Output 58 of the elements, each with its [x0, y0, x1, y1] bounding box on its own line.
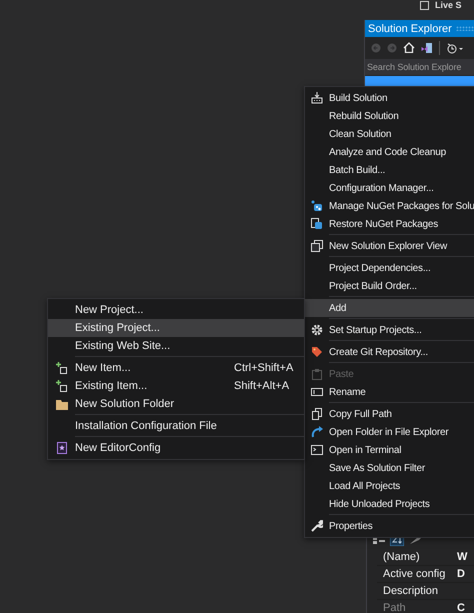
clock-icon[interactable]: [446, 42, 464, 54]
panel-title: Solution Explorer: [365, 20, 474, 37]
menu-item[interactable]: Open Folder in File Explorer: [305, 423, 474, 441]
add-item-icon: [56, 380, 68, 392]
windows-icon: [311, 240, 323, 252]
menu-item[interactable]: New Project...: [48, 301, 304, 319]
property-name: Description: [382, 585, 440, 597]
rename-icon: [311, 387, 323, 397]
menu-item[interactable]: Set Startup Projects...: [305, 321, 474, 339]
settings-icon: [311, 324, 323, 336]
menu-item[interactable]: Manage NuGet Packages for Solu: [305, 197, 474, 215]
document-icon: [56, 442, 66, 454]
redo-arrow-icon: [311, 426, 323, 438]
copy-icon: [311, 408, 323, 420]
menu-item[interactable]: Project Build Order...: [305, 277, 474, 295]
menu-item[interactable]: Restore NuGet Packages: [305, 215, 474, 233]
menu-item[interactable]: Hide Unloaded Projects: [305, 495, 474, 513]
clipboard-icon: [311, 368, 323, 380]
property-name: Active config: [382, 568, 446, 580]
home-icon[interactable]: [403, 42, 415, 53]
menu-item[interactable]: New Solution Explorer View: [305, 237, 474, 255]
menu-item[interactable]: Build Solution: [305, 89, 474, 107]
menu-item[interactable]: Properties: [305, 517, 474, 535]
menu-item[interactable]: Save As Solution Filter: [305, 459, 474, 477]
menu-item[interactable]: Load All Projects: [305, 477, 474, 495]
folder-icon: [56, 398, 68, 410]
menu-item[interactable]: Analyze and Code Cleanup: [305, 143, 474, 161]
menu-item[interactable]: Rebuild Solution: [305, 107, 474, 125]
menu-item[interactable]: Configuration Manager...: [305, 179, 474, 197]
menu-item[interactable]: Existing Project...: [48, 319, 304, 337]
build-icon: [311, 92, 323, 104]
property-name: Path: [382, 602, 407, 613]
menu-item[interactable]: New Item... Ctrl+Shift+A: [48, 359, 304, 377]
menu-item[interactable]: Open in Terminal: [305, 441, 474, 459]
package-icon: [311, 200, 323, 212]
menu-item[interactable]: New Solution Folder: [48, 395, 304, 413]
menu-item[interactable]: Copy Full Path: [305, 405, 474, 423]
add-item-icon: [56, 362, 68, 374]
menu-item[interactable]: New EditorConfig: [48, 439, 304, 457]
tag-icon: [311, 346, 323, 358]
package-restore-icon: [311, 218, 323, 230]
search-field[interactable]: Search Solution Explore: [365, 59, 474, 75]
menu-item[interactable]: Create Git Repository...: [305, 343, 474, 361]
menu-item[interactable]: Batch Build...: [305, 161, 474, 179]
property-value: D: [457, 568, 465, 580]
menu-item[interactable]: Add: [305, 299, 474, 317]
menu-item[interactable]: Existing Item... Shift+Alt+A: [48, 377, 304, 395]
property-value: W: [457, 551, 468, 563]
menu-item[interactable]: Installation Configuration File: [48, 417, 304, 435]
property-value: C: [457, 602, 465, 613]
menu-item[interactable]: Rename: [305, 383, 474, 401]
window-icon: [420, 1, 429, 10]
toolbar-label: Live S: [435, 0, 462, 11]
property-name: (Name): [382, 551, 421, 563]
menu-item[interactable]: Clean Solution: [305, 125, 474, 143]
terminal-icon: [311, 445, 323, 455]
menu-item[interactable]: Project Dependencies...: [305, 259, 474, 277]
menu-item[interactable]: Existing Web Site...: [48, 337, 304, 355]
